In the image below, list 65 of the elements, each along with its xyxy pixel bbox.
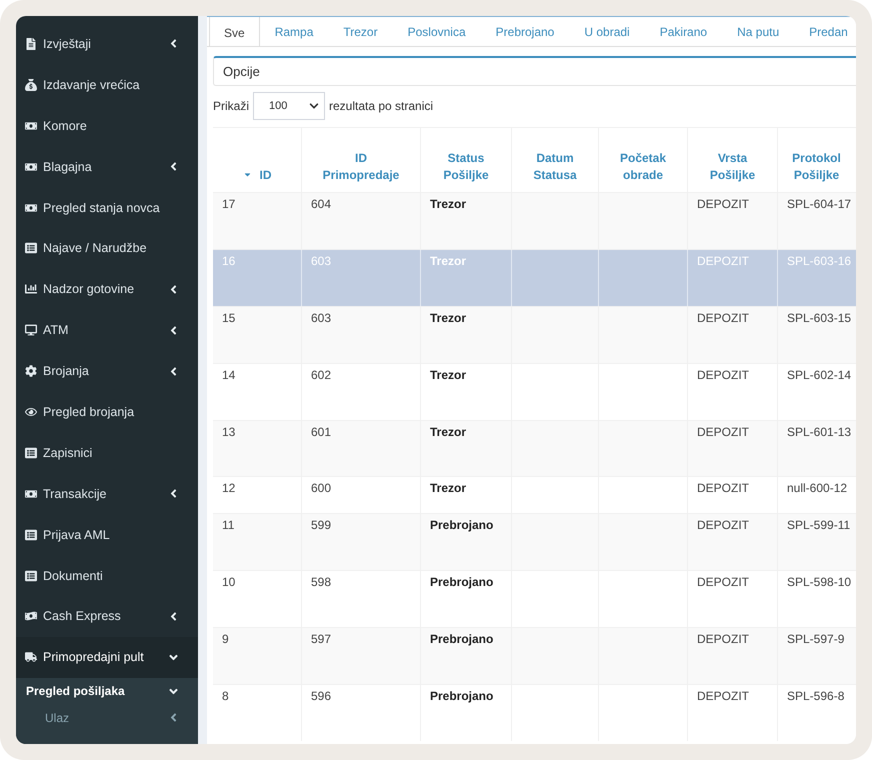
list-icon [25, 570, 37, 582]
sidebar-item[interactable]: Zapisnici [16, 432, 198, 474]
table-row[interactable]: 8 596 Prebrojano DEPOZIT SPL-596-8 [213, 684, 856, 742]
table-cell: DEPOZIT [688, 685, 778, 742]
options-panel[interactable]: Opcije [213, 56, 856, 86]
table-cell-text: SPL-596-8 [786, 688, 846, 706]
page-length-label: Prikaži [213, 99, 250, 113]
sidebar-item[interactable]: ATM [16, 310, 198, 351]
table-row[interactable]: 10 598 Prebrojano DEPOZIT SPL-598-10 [213, 570, 856, 628]
table-cell-text: SPL-604-17 [786, 196, 852, 213]
table-cell-text: SPL-598-10 [786, 574, 852, 592]
money-bag-icon [25, 78, 37, 91]
sidebar-item[interactable]: Izvještaji [16, 24, 198, 64]
page-size-select[interactable]: 100 [253, 92, 326, 120]
banknotes-icon [25, 610, 37, 622]
sidebar-item[interactable]: Brojanja [16, 350, 198, 392]
sidebar-item[interactable]: Pregled pošiljaka [16, 678, 198, 704]
page-length-suffix: rezultata po stranici [329, 99, 434, 113]
eye-icon [25, 406, 37, 418]
truck-icon [25, 651, 37, 664]
bar-chart-icon [25, 283, 37, 296]
list-icon [25, 242, 37, 254]
table-cell: 596 [302, 685, 421, 742]
tab[interactable]: Sve [209, 17, 260, 46]
table-cell: Prebrojano [421, 685, 512, 742]
table-row[interactable]: 17 604 Trezor DEPOZIT SPL-604-17 [213, 192, 856, 249]
table-row[interactable]: 11 599 Prebrojano DEPOZIT SPL-599-11 [213, 513, 856, 570]
sidebar-item[interactable]: Pregled brojanja [16, 392, 198, 432]
sidebar-item[interactable]: Pregled stanja novca [16, 187, 198, 228]
monitor-icon [25, 324, 37, 336]
table-cell-text: SPL-603-16 [786, 252, 852, 270]
sidebar-item[interactable]: Blagajna [16, 146, 198, 188]
banknote-icon [25, 202, 37, 214]
table-cell-text: SPL-599-11 [786, 517, 852, 534]
sidebar-item[interactable]: Najave / Narudžbe [16, 228, 198, 269]
column-header[interactable]: Protokol Pošiljke [778, 128, 856, 192]
table-row[interactable]: 15 603 Trezor DEPOZIT SPL-603-15 [213, 306, 856, 363]
table-row[interactable]: 12 600 Trezor DEPOZIT null-600-12 [213, 476, 856, 514]
sidebar-item[interactable]: Izdavanje vrećica [16, 64, 198, 106]
sidebar-item[interactable]: Transakcije [16, 473, 198, 514]
table-cell-text: null-600-12 [786, 480, 848, 498]
list-icon [25, 446, 37, 459]
sidebar-item[interactable]: Nadzor gotovine [16, 268, 198, 310]
chevron-down-icon [309, 101, 320, 111]
table-cell-text: SPL-602-14 [786, 366, 852, 384]
table-cell-text: SPL-601-13 [786, 424, 852, 441]
sidebar-item[interactable]: Komore [16, 105, 198, 146]
banknote-icon [25, 160, 37, 173]
table-row[interactable]: 14 602 Trezor DEPOZIT SPL-602-14 [213, 362, 856, 420]
sidebar-item[interactable]: Ulaz [16, 704, 198, 731]
settings-icon [25, 365, 37, 378]
table-row[interactable]: 13 601 Trezor DEPOZIT SPL-601-13 [213, 420, 856, 476]
sidebar-item[interactable]: Dokumenti [16, 555, 198, 596]
table-cell-text: SPL-603-15 [786, 310, 852, 327]
panel-title: Opcije [223, 64, 260, 79]
table-cell: 8 [213, 685, 302, 742]
table-cell-text: SPL-597-9 [786, 631, 846, 648]
file-icon [25, 38, 37, 50]
list-icon [25, 528, 37, 541]
sidebar-item[interactable]: Cash Express [16, 596, 198, 637]
sidebar-item[interactable]: Prijava AML [16, 514, 198, 556]
sidebar-item[interactable]: Primopredajni pult [16, 636, 198, 678]
table-row[interactable]: 9 597 Prebrojano DEPOZIT SPL-597-9 [213, 627, 856, 684]
banknote-icon [25, 120, 37, 132]
banknote-icon [25, 488, 37, 500]
